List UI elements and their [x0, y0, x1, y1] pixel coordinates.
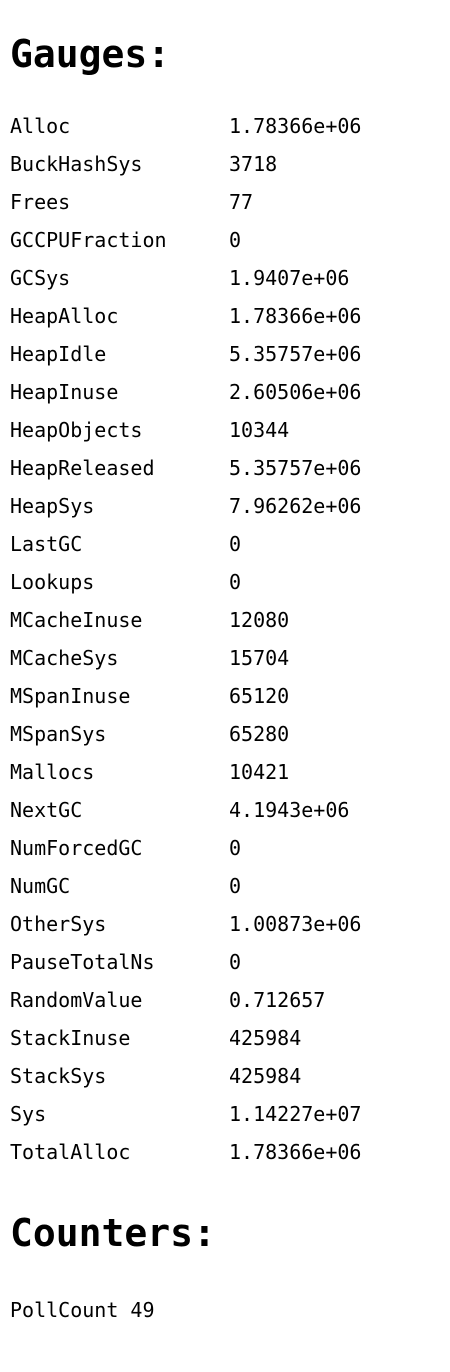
gauge-value: 0	[229, 532, 242, 556]
gauge-name: Frees	[10, 190, 71, 214]
gauges-heading: Gauges:	[10, 32, 171, 76]
gauge-name: TotalAlloc	[10, 1140, 131, 1164]
gauge-value: 7.96262e+06	[229, 494, 362, 518]
gauge-name: NumGC	[10, 874, 71, 898]
gauge-name: StackSys	[10, 1064, 107, 1088]
gauge-value: 77	[229, 190, 254, 214]
gauge-name: PauseTotalNs	[10, 950, 155, 974]
gauge-name: NumForcedGC	[10, 836, 143, 860]
gauge-row: NumGC 0	[10, 867, 361, 905]
gauge-name: OtherSys	[10, 912, 107, 936]
gauge-value: 0	[229, 228, 242, 252]
gauge-row: Frees 77	[10, 183, 361, 221]
gauge-value: 0	[229, 874, 242, 898]
gauge-value: 425984	[229, 1026, 302, 1050]
gauge-row: HeapSys 7.96262e+06	[10, 487, 361, 525]
gauge-name: StackInuse	[10, 1026, 131, 1050]
gauge-name: GCSys	[10, 266, 71, 290]
gauge-value: 15704	[229, 646, 290, 670]
gauge-row: StackInuse 425984	[10, 1019, 361, 1057]
gauge-value: 3718	[229, 152, 278, 176]
gauge-value: 1.9407e+06	[229, 266, 350, 290]
gauge-row: HeapReleased 5.35757e+06	[10, 449, 361, 487]
gauge-name: HeapIdle	[10, 342, 107, 366]
gauge-name: HeapReleased	[10, 456, 155, 480]
gauge-row: Mallocs 10421	[10, 753, 361, 791]
gauge-value: 1.00873e+06	[229, 912, 362, 936]
gauge-row: OtherSys 1.00873e+06	[10, 905, 361, 943]
gauge-row: RandomValue 0.712657	[10, 981, 361, 1019]
gauge-value: 0	[229, 570, 242, 594]
gauge-value: 0.712657	[229, 988, 326, 1012]
gauge-value: 12080	[229, 608, 290, 632]
counters-list: PollCount 49	[10, 1291, 450, 1329]
gauge-name: NextGC	[10, 798, 83, 822]
gauge-name: Alloc	[10, 114, 71, 138]
gauge-row: MSpanSys 65280	[10, 715, 361, 753]
gauge-name: HeapAlloc	[10, 304, 119, 328]
gauge-row: TotalAlloc 1.78366e+06	[10, 1133, 361, 1171]
gauge-name: Mallocs	[10, 760, 95, 784]
gauge-name: Sys	[10, 1102, 47, 1126]
gauge-name: MSpanInuse	[10, 684, 131, 708]
gauge-value: 2.60506e+06	[229, 380, 362, 404]
gauge-row: GCSys 1.9407e+06	[10, 259, 361, 297]
gauge-row: MCacheInuse 12080	[10, 601, 361, 639]
gauge-row: NumForcedGC 0	[10, 829, 361, 867]
gauge-value: 1.78366e+06	[229, 114, 362, 138]
gauge-value: 1.78366e+06	[229, 1140, 362, 1164]
gauge-name: MCacheInuse	[10, 608, 143, 632]
gauge-row: HeapInuse 2.60506e+06	[10, 373, 361, 411]
gauge-name: HeapSys	[10, 494, 95, 518]
gauge-row: Alloc 1.78366e+06	[10, 107, 361, 145]
gauge-value: 1.14227e+07	[229, 1102, 362, 1126]
gauge-value: 65120	[229, 684, 290, 708]
counter-value: 49	[130, 1298, 155, 1322]
gauge-name: MSpanSys	[10, 722, 107, 746]
gauge-name: GCCPUFraction	[10, 228, 167, 252]
gauges-table: Alloc 1.78366e+06 BuckHashSys 3718 Frees 77 GC…	[10, 107, 361, 1171]
gauge-value: 425984	[229, 1064, 302, 1088]
gauge-row: MSpanInuse 65120	[10, 677, 361, 715]
gauge-row: PauseTotalNs 0	[10, 943, 361, 981]
gauge-row: MCacheSys 15704	[10, 639, 361, 677]
gauge-value: 10421	[229, 760, 290, 784]
gauge-name: Lookups	[10, 570, 95, 594]
gauge-row: HeapAlloc 1.78366e+06	[10, 297, 361, 335]
gauge-row: NextGC 4.1943e+06	[10, 791, 361, 829]
gauge-value: 5.35757e+06	[229, 456, 362, 480]
gauge-name: HeapInuse	[10, 380, 119, 404]
gauge-value: 4.1943e+06	[229, 798, 350, 822]
gauge-name: LastGC	[10, 532, 83, 556]
gauge-name: HeapObjects	[10, 418, 143, 442]
gauge-row: GCCPUFraction 0	[10, 221, 361, 259]
gauge-name: BuckHashSys	[10, 152, 143, 176]
gauge-value: 65280	[229, 722, 290, 746]
gauge-row: StackSys 425984	[10, 1057, 361, 1095]
gauge-name: RandomValue	[10, 988, 143, 1012]
gauge-row: Sys 1.14227e+07	[10, 1095, 361, 1133]
metrics-page: Gauges: Alloc 1.78366e+06 BuckHashSys 3718 F…	[0, 0, 450, 1329]
gauges-table-body: Alloc 1.78366e+06 BuckHashSys 3718 Frees 77 GC…	[10, 107, 361, 1171]
gauge-value: 0	[229, 950, 242, 974]
gauge-row: HeapObjects 10344	[10, 411, 361, 449]
gauge-row: HeapIdle 5.35757e+06	[10, 335, 361, 373]
gauge-value: 1.78366e+06	[229, 304, 362, 328]
gauge-value: 0	[229, 836, 242, 860]
gauge-name: MCacheSys	[10, 646, 119, 670]
gauge-row: BuckHashSys 3718	[10, 145, 361, 183]
gauge-row: LastGC 0	[10, 525, 361, 563]
counter-row: PollCount 49	[10, 1291, 450, 1329]
counter-name: PollCount	[10, 1298, 119, 1322]
gauge-value: 10344	[229, 418, 290, 442]
gauge-value: 5.35757e+06	[229, 342, 362, 366]
counters-heading: Counters:	[10, 1211, 216, 1255]
gauge-row: Lookups 0	[10, 563, 361, 601]
